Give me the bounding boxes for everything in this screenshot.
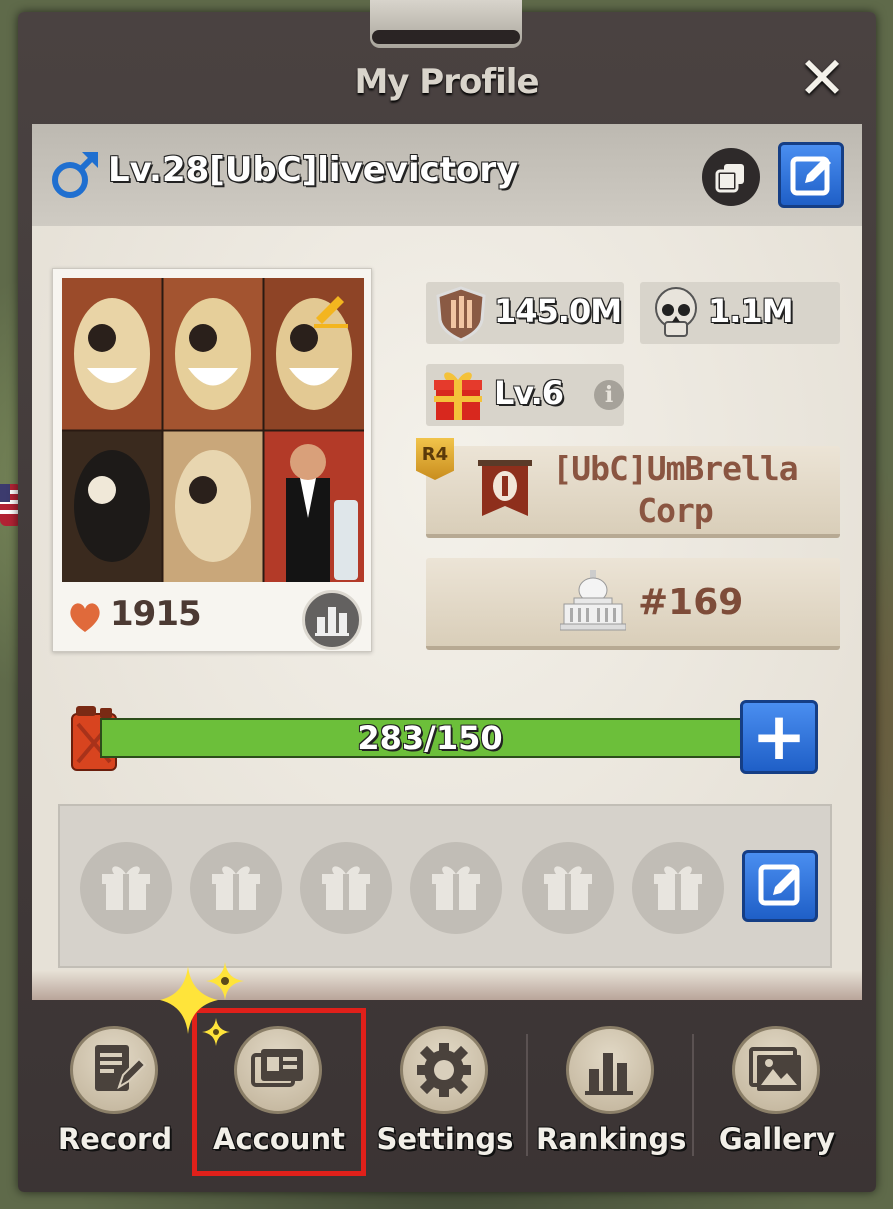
gift-slot[interactable]: [632, 842, 724, 934]
alliance-banner-icon: [476, 458, 534, 524]
close-button[interactable]: ✕: [790, 48, 854, 108]
info-icon[interactable]: i: [594, 380, 624, 410]
nav-settings[interactable]: Settings: [370, 1026, 520, 1166]
nav-rankings-label: Rankings: [536, 1122, 687, 1156]
avatar-painting: [62, 278, 364, 582]
edit-gifts-button[interactable]: [742, 850, 818, 922]
gift-box-icon: [432, 866, 480, 910]
nav-account-label: Account: [213, 1122, 345, 1156]
alliance-name-line2: Corp: [637, 491, 713, 530]
gift-level-value: Lv.6: [494, 374, 564, 412]
edit-name-button[interactable]: [778, 142, 844, 208]
nav-divider: [692, 1034, 694, 1156]
gift-slot[interactable]: [300, 842, 392, 934]
gear-icon: [400, 1026, 488, 1114]
nav-divider: [526, 1034, 528, 1156]
alliance-name-line1: [UbC]UmBrella: [552, 449, 798, 488]
copy-button[interactable]: [702, 148, 760, 206]
likes-chart-button[interactable]: [302, 590, 362, 650]
gift-box-icon: [322, 866, 370, 910]
id-card-icon: [234, 1026, 322, 1114]
edit-icon: [758, 864, 800, 906]
gift-box-icon: [212, 866, 260, 910]
likes-count: 1915: [110, 594, 202, 634]
skull-icon: [650, 284, 702, 342]
capitol-rank-value: #169: [638, 582, 744, 623]
gift-slot[interactable]: [190, 842, 282, 934]
power-shield-icon: [432, 284, 490, 342]
gift-slot[interactable]: [80, 842, 172, 934]
nav-account[interactable]: Account: [204, 1026, 354, 1166]
profile-sheet-edge: [32, 970, 862, 1000]
edit-icon: [790, 156, 831, 196]
player-name: Lv.28[UbC]livevictory: [108, 150, 519, 190]
heart-icon: [66, 598, 104, 636]
male-icon: [48, 148, 102, 202]
document-pen-icon: [70, 1026, 158, 1114]
add-fuel-button[interactable]: +: [740, 700, 818, 774]
nav-settings-label: Settings: [376, 1122, 514, 1156]
nav-gallery-label: Gallery: [718, 1122, 836, 1156]
kills-value: 1.1M: [708, 292, 794, 330]
clipboard-clip-slot: [372, 30, 520, 44]
nav-record-label: Record: [57, 1122, 173, 1156]
capitol-ranking-button[interactable]: [426, 558, 840, 650]
nav-rankings[interactable]: Rankings: [536, 1026, 686, 1166]
picture-icon: [732, 1026, 820, 1114]
gift-box-icon: [544, 866, 592, 910]
copy-icon: [715, 164, 744, 193]
power-value: 145.0M: [494, 292, 622, 330]
nav-gallery[interactable]: Gallery: [702, 1026, 852, 1166]
fuel-value: 283/150: [357, 719, 503, 757]
alliance-name: [UbC]UmBrella Corp: [530, 448, 820, 532]
sparkle-small-icon: [206, 962, 244, 1004]
bar-chart-icon: [315, 607, 349, 636]
window-title: My Profile: [354, 62, 539, 102]
gift-box-icon: [654, 866, 702, 910]
gift-slot[interactable]: [522, 842, 614, 934]
avatar-image[interactable]: [62, 278, 364, 582]
gift-box-icon: [102, 866, 150, 910]
gift-slot[interactable]: [410, 842, 502, 934]
capitol-icon: [559, 568, 627, 634]
nav-record[interactable]: Record: [40, 1026, 190, 1166]
gift-box-icon: [432, 366, 484, 422]
bar-chart-icon: [566, 1026, 654, 1114]
